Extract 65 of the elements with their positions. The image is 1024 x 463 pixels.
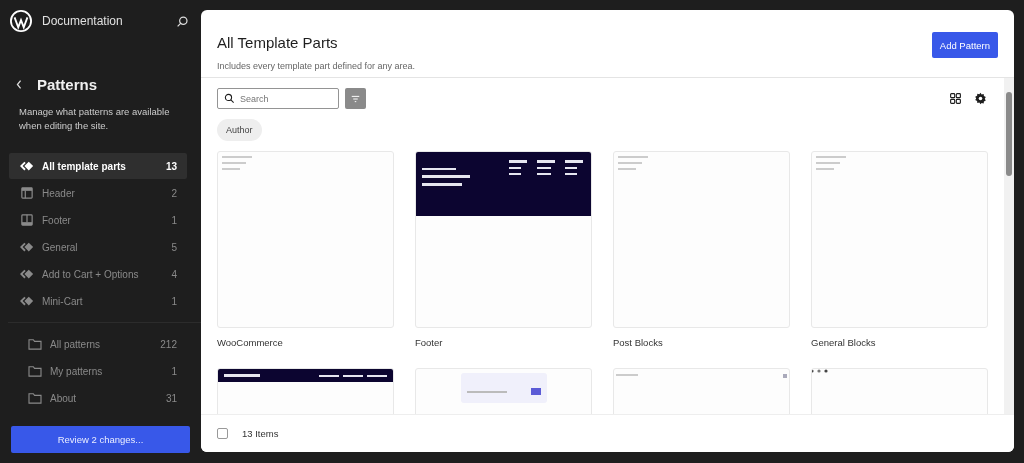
search-icon xyxy=(224,93,235,104)
select-all-checkbox[interactable] xyxy=(217,428,228,439)
item-label: Header xyxy=(42,187,76,199)
preview-lines-drawing xyxy=(222,156,252,170)
item-label: All patterns xyxy=(50,338,102,350)
sidebar-item[interactable]: All template parts 13 xyxy=(9,153,187,179)
item-count: 31 xyxy=(165,392,177,404)
template-part-icon xyxy=(20,160,34,172)
template-part-icon xyxy=(20,295,34,307)
author-filter-chip[interactable]: Author xyxy=(217,119,262,141)
pattern-title[interactable]: Footer xyxy=(415,337,592,348)
sidebar-item[interactable]: My patterns 1 xyxy=(17,358,187,384)
scrollbar[interactable] xyxy=(1004,78,1014,414)
filter-button[interactable] xyxy=(345,88,366,109)
item-label: General xyxy=(42,241,79,253)
preview-lines-drawing xyxy=(618,156,648,170)
item-count: 1 xyxy=(171,365,177,377)
sidebar-item[interactable]: Header 2 xyxy=(9,180,187,206)
preview-lines-drawing xyxy=(816,156,846,170)
dots-drawing xyxy=(812,369,830,373)
search-icon[interactable] xyxy=(176,14,189,28)
page-title: All Template Parts xyxy=(217,34,339,51)
site-title: Documentation xyxy=(42,14,124,28)
header-layout-icon xyxy=(20,187,34,199)
back-chevron-icon[interactable] xyxy=(15,79,23,90)
sidebar-item[interactable]: Add to Cart + Options 4 xyxy=(9,261,187,287)
pattern-preview[interactable] xyxy=(415,151,592,328)
sidebar-item[interactable]: General 5 xyxy=(9,234,187,260)
sidebar-item[interactable]: Mini-Cart 1 xyxy=(9,288,187,314)
item-count: 1 xyxy=(171,214,177,226)
add-pattern-button[interactable]: Add Pattern xyxy=(931,32,998,58)
template-part-icon xyxy=(20,268,34,280)
filter-icon xyxy=(351,94,360,103)
item-count: 4 xyxy=(171,268,177,280)
item-label: Footer xyxy=(42,214,72,226)
folder-icon xyxy=(28,365,42,377)
sidebar-title: Patterns xyxy=(37,76,98,93)
item-count: 2 xyxy=(171,187,177,199)
pattern-title[interactable]: WooCommerce xyxy=(217,337,394,348)
sidebar-item[interactable]: All patterns 212 xyxy=(17,331,187,357)
sidebar-item[interactable]: Footer 1 xyxy=(9,207,187,233)
sidebar-item[interactable]: About 31 xyxy=(17,385,187,411)
item-count: 5 xyxy=(171,241,177,253)
item-label: About xyxy=(50,392,78,404)
folder-icon xyxy=(28,338,42,350)
grid-view-icon[interactable] xyxy=(949,92,962,105)
item-label: Add to Cart + Options xyxy=(42,268,140,280)
page-description: Includes every template part defined for any area. xyxy=(217,61,416,71)
pattern-title[interactable]: Post Blocks xyxy=(613,337,790,348)
search-field[interactable]: Search xyxy=(217,88,339,109)
item-label: All template parts xyxy=(42,160,127,172)
template-part-icon xyxy=(20,241,34,253)
item-label: Mini-Cart xyxy=(42,295,84,307)
item-count: 13 Items xyxy=(242,428,279,439)
item-count: 212 xyxy=(160,338,177,350)
settings-icon[interactable] xyxy=(974,92,987,105)
item-count: 1 xyxy=(171,295,177,307)
pattern-title[interactable]: General Blocks xyxy=(811,337,988,348)
folder-icon xyxy=(28,392,42,404)
item-count: 13 xyxy=(165,160,177,172)
sidebar-description: Manage what patterns are available when editing the site. xyxy=(19,105,171,133)
wordpress-logo-icon[interactable] xyxy=(10,10,32,32)
item-label: My patterns xyxy=(50,365,104,377)
footer-layout-icon xyxy=(20,214,34,226)
review-changes-button[interactable]: Review 2 changes... xyxy=(11,426,190,453)
